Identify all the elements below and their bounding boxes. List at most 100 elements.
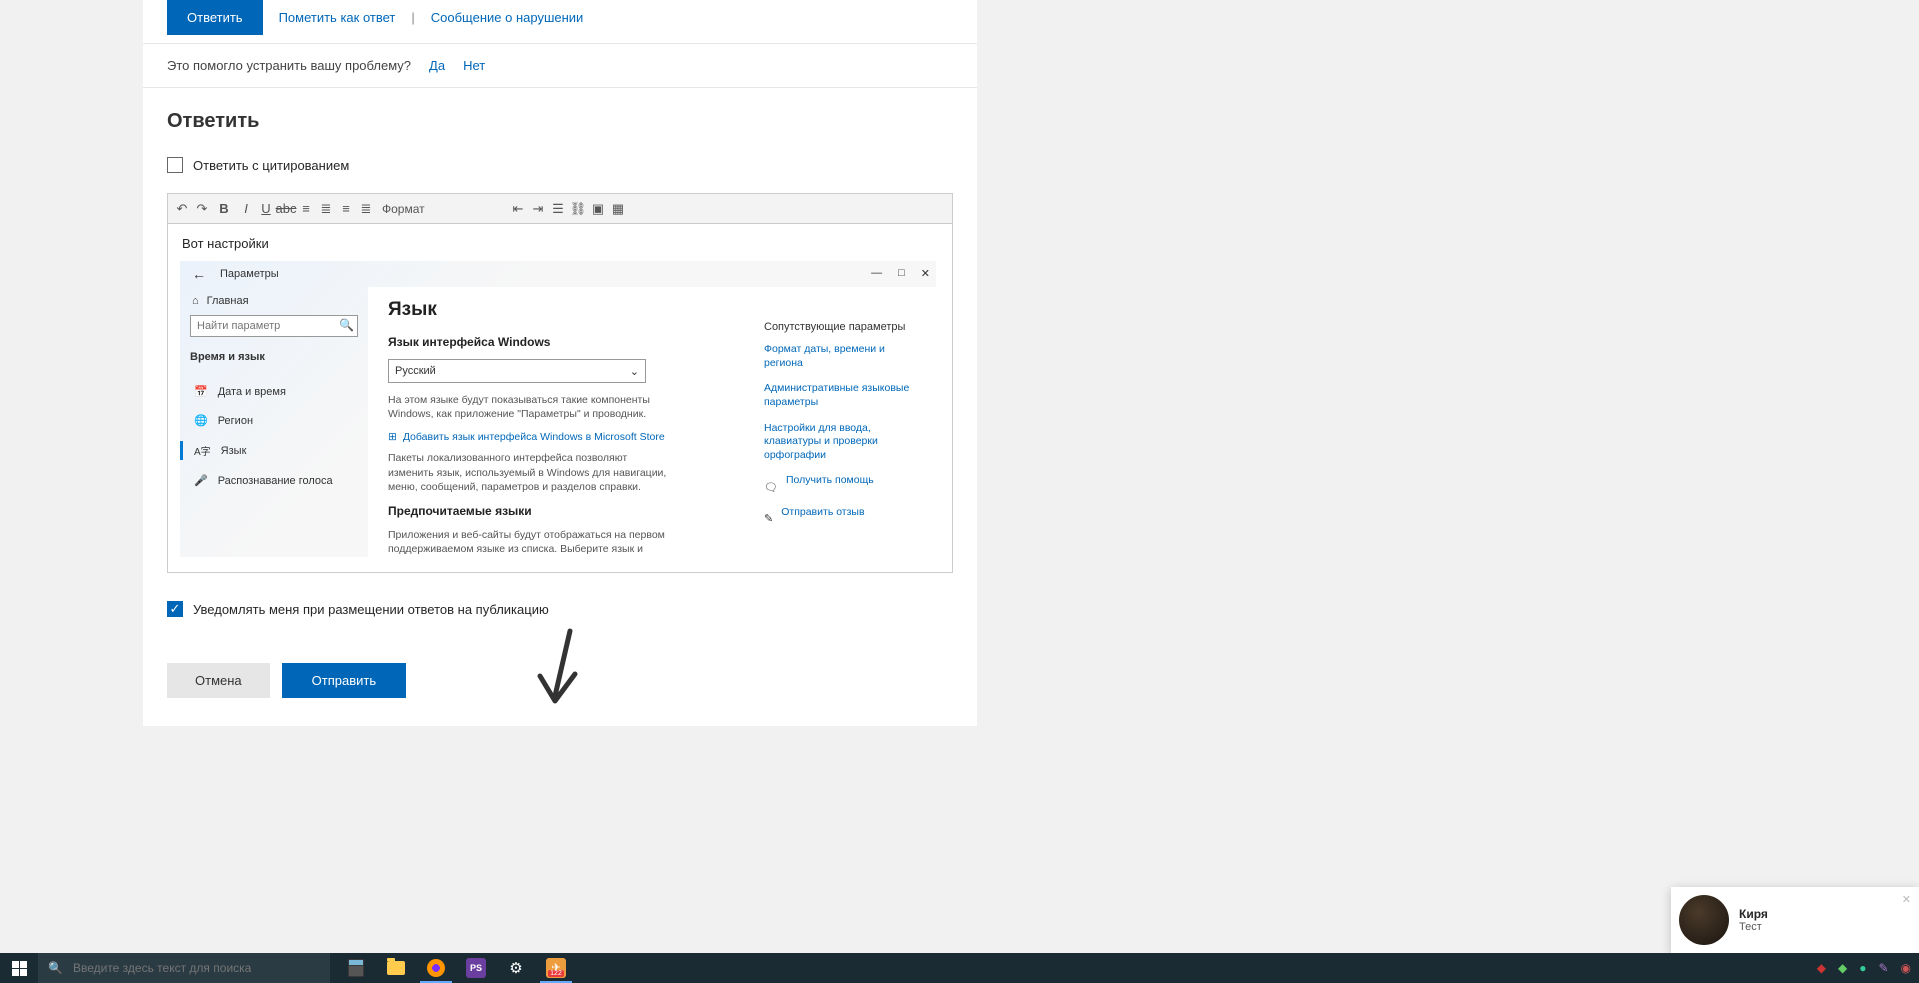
- language-icon: A字: [194, 443, 211, 458]
- back-icon[interactable]: ←: [188, 264, 210, 284]
- cancel-button[interactable]: Отмена: [167, 663, 270, 698]
- settings-screenshot: ← Параметры — □ ✕ ⌂: [180, 261, 936, 557]
- help-no[interactable]: Нет: [463, 58, 485, 73]
- editor: ↶ ↷ B I U abc ≡ ≣ ≡ ≣ Формат ⇤ ⇥ ☰ ⛓ ▣: [167, 193, 953, 573]
- globe-icon: 🌐: [194, 414, 208, 427]
- taskbar-telegram[interactable]: ✈122: [536, 953, 576, 983]
- phpstorm-icon: PS: [466, 958, 486, 978]
- link-button[interactable]: ⛓: [568, 196, 588, 222]
- nav-region[interactable]: 🌐 Регион: [190, 406, 358, 435]
- chevron-down-icon: ⌄: [630, 365, 639, 378]
- align-center-button[interactable]: ≣: [316, 196, 336, 222]
- align-right-button[interactable]: ≡: [336, 196, 356, 222]
- taskbar-phpstorm[interactable]: PS: [456, 953, 496, 983]
- undo-button[interactable]: ↶: [172, 196, 192, 222]
- report-link[interactable]: Сообщение о нарушении: [431, 10, 584, 25]
- folder-icon: [387, 961, 405, 975]
- redo-button[interactable]: ↷: [192, 196, 212, 222]
- quote-checkbox[interactable]: [167, 157, 183, 173]
- home-icon: ⌂: [192, 295, 199, 307]
- indent-button[interactable]: ⇥: [528, 196, 548, 222]
- notif-name: Киря: [1739, 907, 1768, 921]
- related-title: Сопутствующие параметры: [764, 321, 924, 333]
- feedback-link[interactable]: Отправить отзыв: [781, 506, 864, 520]
- tray-icon-4[interactable]: ✎: [1878, 961, 1888, 975]
- system-tray: ◆ ◆ ● ✎ ◉: [1817, 961, 1919, 975]
- help-icon: 🗨: [764, 481, 778, 494]
- bold-button[interactable]: B: [212, 196, 236, 222]
- underline-button[interactable]: U: [256, 196, 276, 222]
- tray-icon-3[interactable]: ●: [1859, 961, 1866, 975]
- align-justify-button[interactable]: ≣: [356, 196, 376, 222]
- reply-button[interactable]: Ответить: [167, 0, 263, 35]
- tray-icon-2[interactable]: ◆: [1838, 961, 1847, 975]
- taskbar-search[interactable]: 🔍: [38, 953, 330, 983]
- start-button[interactable]: [0, 953, 38, 983]
- search-icon: 🔍: [48, 961, 63, 975]
- windows-icon: [12, 961, 27, 976]
- taskbar: 🔍 PS ⚙ ✈122 ◆ ◆ ● ✎ ◉: [0, 953, 1919, 983]
- help-question: Это помогло устранить вашу проблему?: [167, 58, 411, 73]
- language-selected: Русский: [395, 365, 436, 377]
- taskbar-explorer[interactable]: [376, 953, 416, 983]
- settings-search[interactable]: [190, 315, 358, 337]
- avatar: [1679, 895, 1729, 945]
- notification-toast[interactable]: Киря Тест ✕: [1671, 887, 1919, 953]
- outdent-button[interactable]: ⇤: [508, 196, 528, 222]
- settings-title: Параметры: [220, 268, 279, 280]
- nav-language-label: Язык: [221, 445, 247, 457]
- close-icon[interactable]: ✕: [921, 267, 930, 280]
- settings-desc3: Приложения и веб-сайты будут отображатьс…: [388, 528, 668, 557]
- table-button[interactable]: ▦: [608, 196, 628, 222]
- nav-language[interactable]: A字 Язык: [190, 435, 358, 466]
- related-link-3[interactable]: Настройки для ввода, клавиатуры и провер…: [764, 422, 924, 463]
- editor-body[interactable]: Вот настройки ← Параметры — □ ✕: [168, 224, 952, 572]
- telegram-badge: 122: [548, 970, 564, 977]
- feedback-icon: ✎: [764, 512, 773, 525]
- add-language-label: Добавить язык интерфейса Windows в Micro…: [403, 431, 665, 443]
- nav-category: Время и язык: [190, 351, 358, 363]
- nav-speech-label: Распознавание голоса: [218, 475, 333, 487]
- mic-icon: 🎤: [194, 474, 208, 487]
- notif-message: Тест: [1739, 921, 1768, 933]
- strike-button[interactable]: abc: [276, 196, 296, 222]
- editor-toolbar: ↶ ↷ B I U abc ≡ ≣ ≡ ≣ Формат ⇤ ⇥ ☰ ⛓ ▣: [168, 194, 952, 224]
- nav-speech[interactable]: 🎤 Распознавание голоса: [190, 466, 358, 495]
- firefox-icon: [427, 959, 445, 977]
- format-dropdown[interactable]: Формат: [376, 196, 460, 222]
- home-label: Главная: [207, 295, 249, 307]
- taskbar-settings[interactable]: ⚙: [496, 953, 536, 983]
- submit-button[interactable]: Отправить: [282, 663, 406, 698]
- bullet-list-button[interactable]: ☰: [548, 196, 568, 222]
- quote-label: Ответить с цитированием: [193, 158, 349, 173]
- image-button[interactable]: ▣: [588, 196, 608, 222]
- nav-home[interactable]: ⌂ Главная: [192, 295, 358, 307]
- taskbar-calculator[interactable]: [336, 953, 376, 983]
- related-link-2[interactable]: Административные языковые параметры: [764, 382, 924, 409]
- settings-h1: Язык: [388, 299, 916, 321]
- settings-desc2: Пакеты локализованного интерфейса позвол…: [388, 451, 668, 494]
- editor-text: Вот настройки: [180, 236, 940, 251]
- maximize-icon[interactable]: □: [898, 267, 905, 280]
- minimize-icon[interactable]: —: [871, 267, 882, 280]
- help-link[interactable]: Получить помощь: [786, 474, 874, 488]
- nav-datetime[interactable]: 📅 Дата и время: [190, 377, 358, 406]
- related-link-1[interactable]: Формат даты, времени и региона: [764, 343, 924, 370]
- taskbar-firefox[interactable]: [416, 953, 456, 983]
- store-icon: ⊞: [388, 431, 397, 443]
- tray-icon-1[interactable]: ◆: [1817, 961, 1826, 975]
- separator: |: [411, 10, 414, 25]
- search-icon: 🔍: [339, 318, 354, 332]
- notif-close-icon[interactable]: ✕: [1902, 893, 1911, 906]
- notify-checkbox[interactable]: ✓: [167, 601, 183, 617]
- align-left-button[interactable]: ≡: [296, 196, 316, 222]
- mark-answer-link[interactable]: Пометить как ответ: [279, 10, 396, 25]
- language-select[interactable]: Русский ⌄: [388, 359, 646, 383]
- calculator-icon: [348, 959, 364, 977]
- notify-label: Уведомлять меня при размещении ответов н…: [193, 602, 549, 617]
- settings-desc1: На этом языке будут показываться такие к…: [388, 393, 668, 421]
- taskbar-search-input[interactable]: [73, 961, 320, 975]
- help-yes[interactable]: Да: [429, 58, 445, 73]
- italic-button[interactable]: I: [236, 196, 256, 222]
- tray-icon-5[interactable]: ◉: [1901, 961, 1911, 975]
